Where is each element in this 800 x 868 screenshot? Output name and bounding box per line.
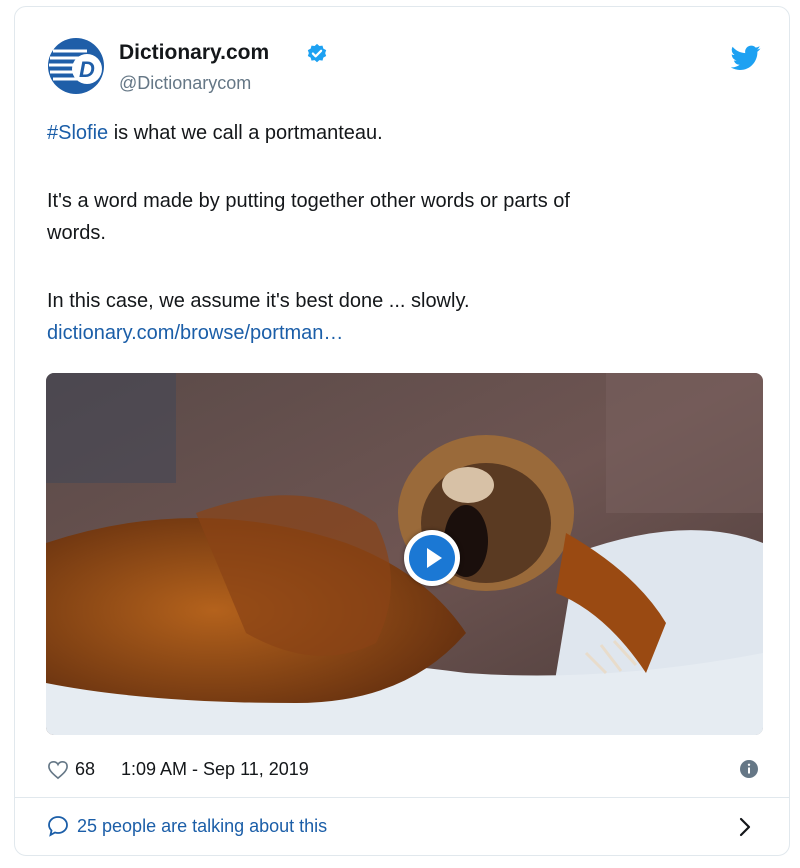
tweet-url-link[interactable]: dictionary.com/browse/portman… [47,317,747,349]
tweet-line-1: #Slofie is what we call a portmanteau. [47,117,747,149]
tweet-timestamp[interactable]: 1:09 AM - Sep 11, 2019 [121,759,309,780]
info-icon[interactable] [739,759,759,779]
author-handle[interactable]: @Dictionarycom [119,73,251,94]
conversation-link[interactable]: 25 people are talking about this [47,815,327,837]
tweet-line-1-rest: is what we call a portmanteau. [108,122,383,144]
twitter-bird-icon[interactable] [731,45,761,71]
verified-badge-icon [307,43,327,63]
video-thumbnail[interactable] [46,373,763,735]
author-name[interactable]: Dictionary.com [119,41,269,65]
tweet-line-3: In this case, we assume it's best done .… [47,290,470,312]
play-button[interactable] [404,530,460,586]
chevron-right-icon[interactable] [735,813,755,841]
hashtag-link[interactable]: #Slofie [47,122,108,144]
tweet-line-2b: words. [47,222,106,244]
speech-bubble-icon [48,816,68,837]
dictionary-logo-icon[interactable]: D [47,37,105,95]
heart-icon[interactable] [47,760,69,780]
tweet-card: D Dictionary.com @Dictionarycom #Slofie … [14,6,790,856]
talking-count-label: 25 people are talking about this [77,815,328,836]
svg-text:D: D [79,57,95,82]
tweet-line-2a: It's a word made by putting together oth… [47,190,570,212]
footer-divider [15,797,789,798]
play-icon [409,535,455,581]
like-count: 68 [75,759,96,779]
